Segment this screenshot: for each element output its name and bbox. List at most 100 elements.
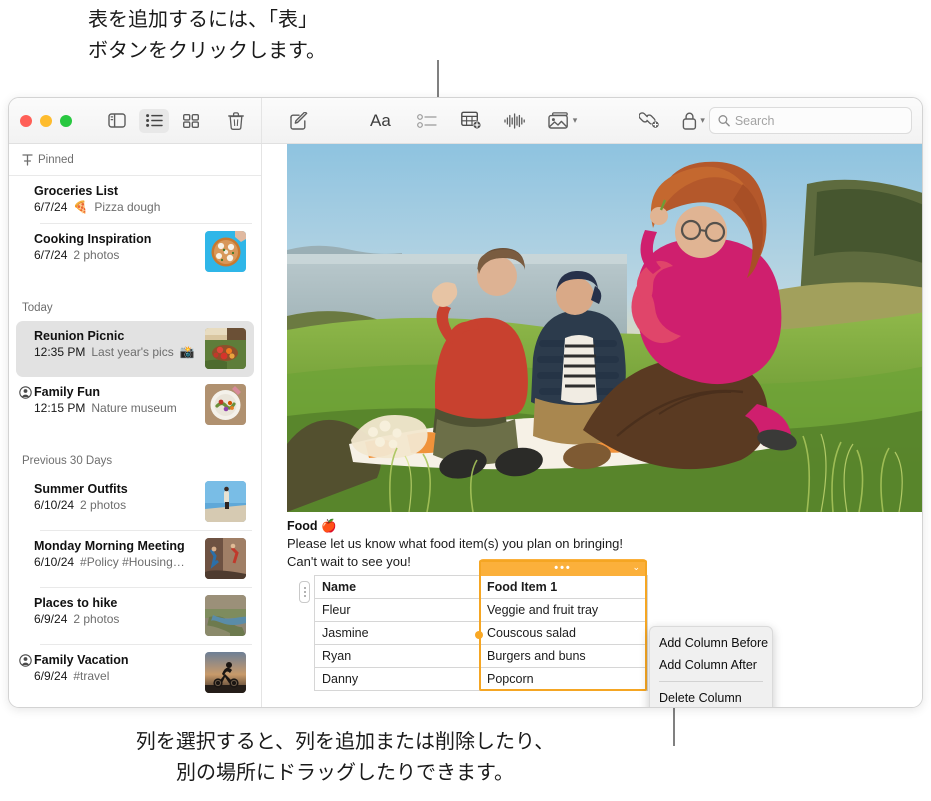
note-title: Family Vacation [34, 653, 129, 667]
column-context-menu[interactable]: Add Column Before Add Column After Delet… [649, 626, 773, 707]
table-cell-name[interactable]: Fleur [314, 598, 480, 622]
notes-window: Aa ▾ ▾ Search Pinned Groceries List 6/7/… [8, 97, 923, 708]
pin-icon [22, 154, 33, 166]
note-row-cooking-inspiration[interactable]: Cooking Inspiration 6/7/24 2 photos [16, 224, 254, 280]
note-thumbnail [205, 652, 246, 693]
note-thumbnail [205, 231, 246, 272]
section-title: Today [22, 302, 53, 314]
account-icon [19, 654, 32, 672]
note-title: Monday Morning Meeting [34, 539, 185, 553]
checklist-icon[interactable] [416, 107, 437, 135]
note-date: 12:35 PM [34, 345, 86, 359]
note-date: 6/9/24 [34, 669, 68, 683]
lock-note-icon[interactable]: ▾ [682, 107, 705, 135]
note-thumbnail [205, 384, 246, 425]
zoom-button[interactable] [60, 114, 72, 127]
note-body[interactable]: Food 🍎 Please let us know what food item… [287, 518, 907, 707]
note-thumbnail [205, 538, 246, 579]
column-selection-tab[interactable]: ••• ⌄ [479, 559, 647, 576]
close-button[interactable] [20, 114, 32, 127]
table-cell-name[interactable]: Jasmine [314, 621, 480, 645]
note-emoji: 🍕 [73, 200, 89, 214]
note-title: Family Fun [34, 385, 100, 399]
note-section-heading: Food 🍎 [287, 519, 337, 533]
table-header-cell-food-item-1[interactable]: Food Item 1 [479, 575, 648, 599]
menu-separator [659, 681, 763, 682]
table-row: Danny Popcorn [314, 667, 648, 691]
menu-item-add-column-before[interactable]: Add Column Before [650, 632, 772, 654]
note-row-groceries-list[interactable]: Groceries List 6/7/24 🍕 Pizza dough [16, 176, 254, 223]
note-row-family-fun[interactable]: Family Fun 12:15 PM Nature museum [16, 377, 254, 433]
note-title: Groceries List [34, 184, 119, 198]
delete-icon[interactable] [221, 109, 251, 133]
section-header-today: Today [9, 292, 261, 321]
note-thumbnail [205, 481, 246, 522]
compose-note-icon[interactable] [290, 107, 308, 135]
note-row-monday-morning-meeting[interactable]: Monday Morning Meeting 6/10/24 #Policy #… [16, 531, 254, 587]
table-cell-food[interactable]: Veggie and fruit tray [479, 598, 648, 622]
note-preview: Pizza dough [94, 200, 161, 214]
note-content-pane[interactable]: Food 🍎 Please let us know what food item… [262, 144, 922, 707]
chevron-down-icon: ▾ [572, 115, 578, 125]
section-title: Pinned [38, 154, 74, 166]
table-header-cell-name[interactable]: Name [314, 575, 480, 599]
table-row: Fleur Veggie and fruit tray [314, 598, 648, 622]
chevron-down-icon[interactable]: ⌄ [632, 562, 640, 573]
note-thumbnail [205, 328, 246, 369]
note-preview: Nature museum [91, 401, 177, 415]
search-input[interactable] [734, 113, 903, 128]
annotation-top: 表を追加するには、「表」 ボタンをクリックします。 [88, 7, 326, 62]
toolbar: Aa ▾ ▾ Search [9, 98, 922, 144]
toolbar-right-group: Aa ▾ ▾ Search [262, 98, 922, 143]
note-thumbnail [205, 595, 246, 636]
note-emoji: 📸 [179, 345, 195, 359]
note-date: 6/7/24 [34, 248, 68, 262]
table-cell-name[interactable]: Ryan [314, 644, 480, 668]
search-field[interactable] [709, 107, 912, 134]
note-preview: 2 photos [80, 498, 127, 512]
menu-item-add-column-after[interactable]: Add Column After [650, 654, 772, 676]
note-paragraph-line-1: Please let us know what food item(s) you… [287, 536, 624, 551]
note-preview: Last year's pics [91, 345, 174, 359]
menu-item-delete-column[interactable]: Delete Column [650, 687, 772, 707]
column-drag-dot[interactable] [475, 631, 483, 639]
note-row-summer-outfits[interactable]: Summer Outfits 6/10/24 2 photos [16, 474, 254, 530]
table-row: Ryan Burgers and buns [314, 644, 648, 668]
list-view-icon[interactable] [139, 108, 169, 133]
note-row-reunion-picnic[interactable]: Reunion Picnic 12:35 PM Last year's pics… [16, 321, 254, 377]
note-title: Cooking Inspiration [34, 232, 152, 246]
format-icon[interactable]: Aa [370, 107, 391, 135]
note-date: 6/10/24 [34, 498, 75, 512]
media-icon[interactable]: ▾ [548, 107, 578, 135]
gallery-view-icon[interactable] [176, 109, 206, 133]
table-icon[interactable] [460, 107, 482, 135]
note-row-family-vacation[interactable]: Family Vacation 6/9/24 #travel [16, 645, 254, 701]
note-preview: 2 photos [73, 612, 120, 626]
table-cell-food[interactable]: Burgers and buns [479, 644, 648, 668]
chevron-down-icon: ▾ [700, 115, 705, 125]
note-date: 6/7/24 [34, 200, 68, 214]
table-cell-food[interactable]: Couscous salad [479, 621, 648, 645]
table-cell-food[interactable]: Popcorn [479, 667, 648, 691]
audio-record-icon[interactable] [504, 107, 526, 135]
note-title: Places to hike [34, 596, 118, 610]
note-preview: #Policy #Housing… [80, 555, 185, 569]
section-title: Previous 30 Days [22, 455, 113, 467]
annotation-bottom: 列を選択すると、列を追加または削除したり、 別の場所にドラッグしたりできます。 [135, 729, 555, 784]
sidebar-toggle-icon[interactable] [102, 109, 132, 133]
search-icon [718, 115, 730, 127]
section-header-previous-30-days: Previous 30 Days [9, 445, 261, 474]
collaborate-icon[interactable] [639, 107, 660, 135]
table-cell-name[interactable]: Danny [314, 667, 480, 691]
notes-sidebar[interactable]: Pinned Groceries List 6/7/24 🍕 Pizza dou… [9, 144, 262, 707]
window-controls [20, 114, 72, 127]
note-title: Summer Outfits [34, 482, 128, 496]
note-hero-photo[interactable] [287, 144, 922, 512]
note-row-places-to-hike[interactable]: Places to hike 6/9/24 2 photos [16, 588, 254, 644]
table-drag-handle[interactable] [299, 581, 310, 603]
table-header-row: Name Food Item 1 [314, 575, 648, 599]
note-date: 6/9/24 [34, 612, 68, 626]
note-preview: #travel [73, 669, 110, 683]
account-icon [19, 386, 32, 404]
minimize-button[interactable] [40, 114, 52, 127]
